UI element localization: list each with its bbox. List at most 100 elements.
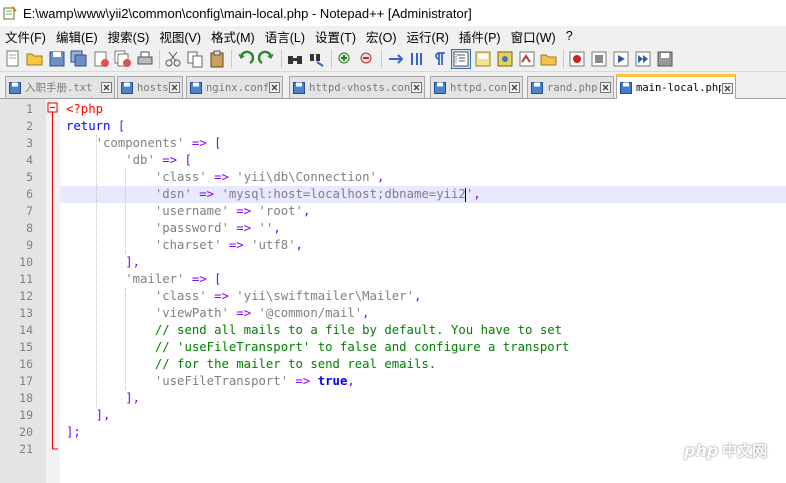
find-button[interactable] [286,50,304,68]
indent-guide-button[interactable] [451,48,471,69]
run-macro-multiple-button[interactable] [634,50,652,68]
show-all-chars-button[interactable] [430,50,448,68]
close-all-button[interactable] [114,50,132,68]
tab-5[interactable]: rand.php [527,76,614,98]
line-number: 10 [19,255,33,269]
tab-1[interactable]: hosts [117,76,183,98]
menu-plugins[interactable]: 插件(P) [454,27,506,46]
menu-edit[interactable]: 编辑(E) [51,27,103,46]
folder-button[interactable] [518,50,536,68]
copy-button[interactable] [186,50,204,68]
tab-2[interactable]: nginx.conf [186,76,283,98]
tab-label: httpd-vhosts.conf [309,81,410,94]
code-line[interactable]: ]; [66,424,786,441]
code-line[interactable]: ], [66,254,786,271]
stop-record-button[interactable] [590,50,608,68]
redo-icon [258,50,274,64]
redo-button[interactable] [258,50,276,68]
code-token: 'class' [154,170,207,184]
notepad-app-icon[interactable] [3,6,17,20]
tab-3[interactable]: httpd-vhosts.conf [289,76,425,98]
code-editor[interactable]: 1 2 3 4 5 6 7 8 9 10 11 12 13 14 15 16 17 18 19 20 21 <?php r… [0,99,786,483]
code-line[interactable]: <?php [66,101,786,118]
code-line[interactable]: 'username' => 'root', [66,203,786,220]
code-token: => [295,374,311,388]
paste-button[interactable] [208,50,226,68]
play-macro-button[interactable] [612,50,630,68]
zoom-out-button[interactable] [358,50,376,68]
tab-0[interactable]: 入职手册.txt [5,76,115,98]
new-file-button[interactable] [4,50,22,68]
open-file-button[interactable] [26,50,44,68]
tab-4[interactable]: httpd.conf [430,76,523,98]
menu-format[interactable]: 格式(M) [206,27,260,46]
code-line[interactable]: // send all mails to a file by default. … [66,322,786,339]
tab-label: 入职手册.txt [25,82,93,94]
record-macro-button[interactable] [568,50,586,68]
code-token: 'db' [125,153,155,167]
close-tab-icon[interactable] [722,82,733,94]
code-line[interactable] [66,441,786,458]
menu-run[interactable]: 运行(R) [402,27,454,46]
line-number: 3 [26,136,33,150]
close-tab-icon[interactable] [600,82,611,93]
print-button[interactable] [136,50,154,68]
indent-guide [95,135,97,407]
menu-settings[interactable]: 设置(T) [310,27,361,46]
code-line[interactable]: // for the mailer to send real emails. [66,356,786,373]
close-tab-icon[interactable] [169,82,180,93]
code-text[interactable]: <?php return [ 'components' => [ 'db' => … [60,99,786,483]
menu-view[interactable]: 视图(V) [154,27,206,46]
cut-button[interactable] [164,50,182,68]
code-line[interactable]: return [ [66,118,786,135]
tab-6[interactable]: main-local.php [616,74,736,99]
code-token: 'useFileTransport' [154,374,289,388]
code-line[interactable]: ], [66,407,786,424]
saved-file-icon [434,81,446,94]
wrap-button[interactable] [408,50,426,68]
close-tab-icon[interactable] [269,82,280,93]
code-token: true [317,374,348,388]
close-tab-icon[interactable] [509,82,520,93]
code-line[interactable]: 'components' => [ [66,135,786,152]
menu-window[interactable]: 窗口(W) [506,27,561,46]
code-line[interactable]: 'viewPath' => '@common/mail', [66,305,786,322]
menu-file[interactable]: 文件(F) [0,27,51,46]
undo-button[interactable] [236,50,254,68]
code-line[interactable]: 'dsn' => 'mysql:host=localhost;dbname=yi… [66,186,786,203]
menu-macro[interactable]: 宏(O) [361,27,402,46]
save-button[interactable] [48,50,66,68]
function-list-button[interactable] [496,50,514,68]
code-line[interactable]: // 'useFileTransport' to false and confi… [66,339,786,356]
code-line[interactable]: 'class' => 'yii\swiftmailer\Mailer', [66,288,786,305]
code-line[interactable]: 'class' => 'yii\db\Connection', [66,169,786,186]
save-macro-button[interactable] [656,50,674,68]
zoom-in-button[interactable] [336,50,354,68]
close-button[interactable] [92,50,110,68]
fold-margin[interactable] [46,99,60,483]
find-icon [288,55,302,64]
code-line[interactable]: 'db' => [ [66,152,786,169]
menu-language[interactable]: 语言(L) [260,27,310,46]
save-all-button[interactable] [70,50,88,68]
code-line[interactable]: ], [66,390,786,407]
close-tab-icon[interactable] [411,82,422,93]
doc-map-button[interactable] [474,50,492,68]
menu-help[interactable]: ? [561,29,578,43]
pdf-button[interactable] [540,50,558,68]
code-token: , [295,238,303,252]
code-line[interactable]: 'useFileTransport' => true, [66,373,786,390]
replace-button[interactable] [308,50,326,68]
menu-search[interactable]: 搜索(S) [103,27,155,46]
sync-scroll-button[interactable] [386,50,404,68]
code-line[interactable]: 'mailer' => [ [66,271,786,288]
close-tab-icon[interactable] [101,82,112,93]
code-line[interactable]: 'charset' => 'utf8', [66,237,786,254]
code-line[interactable]: 'password' => '', [66,220,786,237]
